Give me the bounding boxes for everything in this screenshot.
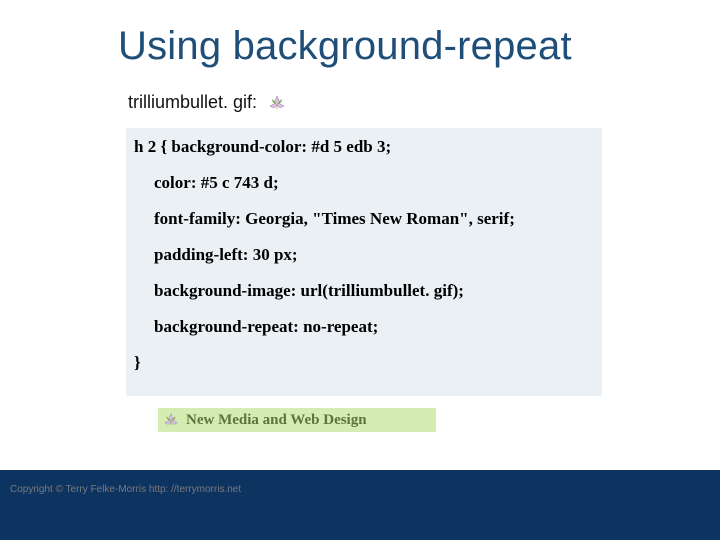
code-line-6: background-repeat: no-repeat; <box>134 318 594 335</box>
code-block: h 2 { background-color: #d 5 edb 3; colo… <box>126 128 602 396</box>
footer-copyright: Copyright © Terry Felke-Morris http: //t… <box>10 484 241 495</box>
slide-title: Using background-repeat <box>118 24 572 69</box>
footer-bar <box>0 470 720 540</box>
code-line-2: color: #5 c 743 d; <box>134 174 594 191</box>
code-line-3: font-family: Georgia, "Times New Roman",… <box>134 210 594 227</box>
trillium-flower-icon <box>267 93 287 113</box>
code-line-7: } <box>134 354 594 371</box>
slide: Using background-repeat trilliumbullet. … <box>0 0 720 540</box>
code-line-4: padding-left: 30 px; <box>134 246 594 263</box>
filename-label: trilliumbullet. gif: <box>128 92 257 113</box>
filename-row: trilliumbullet. gif: <box>128 92 287 113</box>
code-line-1: h 2 { background-color: #d 5 edb 3; <box>134 138 594 155</box>
example-heading-text: New Media and Web Design <box>186 412 367 429</box>
code-line-5: background-image: url(trilliumbullet. gi… <box>134 282 594 299</box>
trillium-flower-icon <box>162 411 180 429</box>
example-heading-preview: New Media and Web Design <box>158 408 436 432</box>
